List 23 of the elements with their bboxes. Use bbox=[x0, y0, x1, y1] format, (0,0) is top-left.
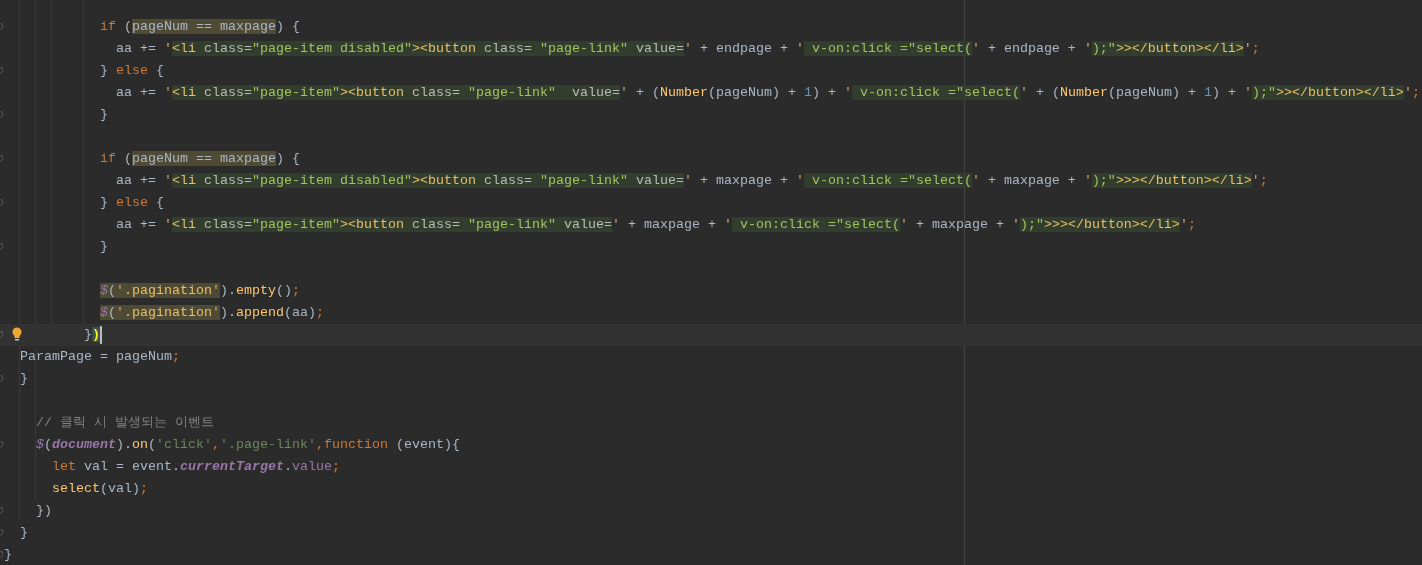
code-line: } bbox=[4, 546, 12, 564]
code-line: aa += '<li class="page-item"><button class= "page-link" value=' + (Number(pageNum) + 1) + ' v-on:click ="select(' + (Number(pageNum) + 1) + ');">></button></li>'; bbox=[116, 84, 1420, 102]
lightbulb-icon[interactable] bbox=[12, 327, 22, 341]
code-line: } else { bbox=[100, 194, 164, 212]
code-line: } else { bbox=[100, 62, 164, 80]
code-line: }) bbox=[84, 326, 100, 344]
code-line: let val = event.currentTarget.value; bbox=[52, 458, 340, 476]
code-line: select(val); bbox=[52, 480, 148, 498]
code-line: $(document).on('click','.page-link',function (event){ bbox=[36, 436, 460, 454]
code-comment: // 클릭 시 발생되는 이벤트 bbox=[36, 414, 214, 432]
code-line: ParamPage = pageNum; bbox=[20, 348, 180, 366]
code-line: aa += '<li class="page-item"><button class= "page-link" value=' + maxpage + ' v-on:click ="select(' + maxpage + ');">>></button></li>'; bbox=[116, 216, 1196, 234]
code-line: } bbox=[100, 238, 108, 256]
code-line: }) bbox=[36, 502, 52, 520]
code-line: } bbox=[100, 106, 108, 124]
code-line: } bbox=[20, 370, 28, 388]
code-line: } bbox=[20, 524, 28, 542]
code-line: aa += '<li class="page-item disabled"><button class= "page-link" value=' + endpage + ' v-on:click ="select(' + endpage + ');">></button></li>'; bbox=[116, 40, 1260, 58]
code-line: $('.pagination').append(aa); bbox=[100, 304, 324, 322]
code-line: aa += '<li class="page-item disabled"><button class= "page-link" value=' + maxpage + ' v-on:click ="select(' + maxpage + ');">>></button></li>'; bbox=[116, 172, 1268, 190]
code-line: if (pageNum == maxpage) { bbox=[100, 150, 300, 168]
code-line: if (pageNum == maxpage) { bbox=[100, 18, 300, 36]
code-line: $('.pagination').empty(); bbox=[100, 282, 300, 300]
